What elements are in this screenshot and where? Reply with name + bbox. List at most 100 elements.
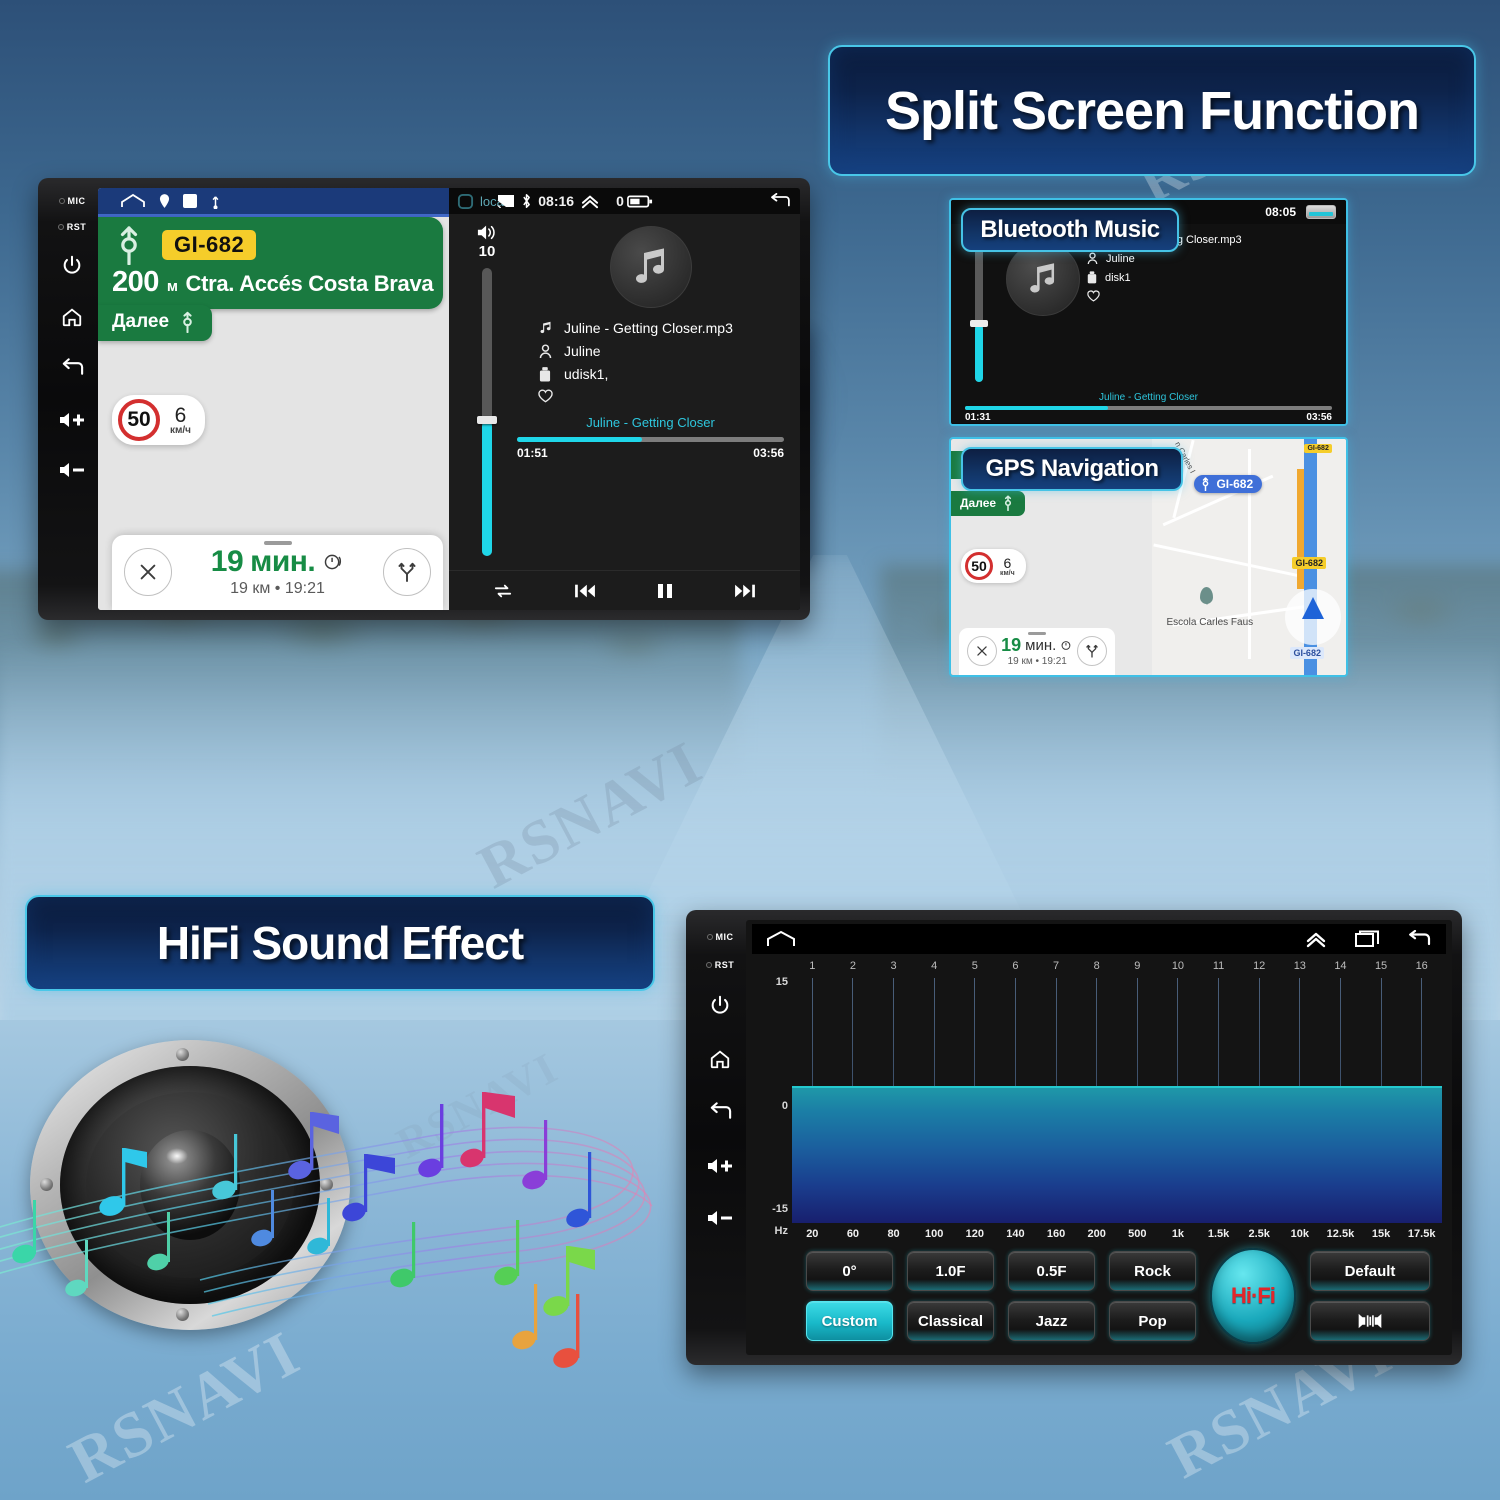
- volume-up-button[interactable]: [706, 1156, 734, 1176]
- equalizer-preset-button[interactable]: Pop: [1109, 1301, 1196, 1341]
- power-button[interactable]: [709, 994, 731, 1016]
- volume-control[interactable]: 10: [461, 224, 513, 570]
- equalizer-preset-button[interactable]: 0.5F: [1008, 1251, 1095, 1291]
- time-elapsed: 01:51: [517, 446, 548, 460]
- equalizer-status-right: [1304, 930, 1432, 948]
- back-icon[interactable]: [1406, 930, 1432, 948]
- drag-handle[interactable]: [263, 541, 292, 545]
- volume-down-button[interactable]: [706, 1208, 734, 1228]
- battery-icon: [1306, 205, 1336, 219]
- repeat-icon[interactable]: [492, 582, 514, 600]
- home-button[interactable]: [60, 306, 84, 328]
- bluetooth-time-total: 03:56: [1306, 412, 1332, 423]
- equalizer-preset-button[interactable]: Rock: [1109, 1251, 1196, 1291]
- reset-key[interactable]: RST: [57, 222, 87, 232]
- music-transport-controls: [449, 570, 800, 610]
- route-alternatives-button[interactable]: [383, 547, 431, 596]
- hifi-banner: HiFi Sound Effect: [25, 895, 655, 991]
- equalizer-band-number: 14: [1334, 960, 1347, 972]
- equalizer-frequency-label: 200: [1087, 1228, 1106, 1240]
- bluetooth-volume-slider[interactable]: [970, 247, 988, 382]
- route-badge: GI-682: [162, 230, 257, 260]
- mic-key[interactable]: MIC: [58, 196, 86, 206]
- gps-route-alternatives-button[interactable]: [1077, 636, 1108, 666]
- head-unit-screen: GI-682 200 м Ctra. Accés Costa Brava Дал…: [98, 188, 800, 610]
- gps-drag-handle[interactable]: [1028, 632, 1047, 635]
- eta-distance: 19 км: [230, 580, 271, 597]
- instruction-top-row: GI-682: [112, 225, 431, 265]
- bluetooth-time-elapsed: 01:31: [965, 412, 991, 423]
- bluetooth-progress-times: 01:31 03:56: [965, 412, 1332, 423]
- equalizer-preset-button[interactable]: 0°: [806, 1251, 893, 1291]
- music-note-icon: [537, 321, 553, 335]
- balance-button[interactable]: [1310, 1301, 1430, 1341]
- eq-side-keys: MIC RST: [694, 920, 746, 1355]
- bluetooth-favorite-row[interactable]: [1087, 290, 1338, 302]
- recents-icon[interactable]: [1354, 930, 1380, 948]
- volume-up-button[interactable]: [58, 410, 86, 430]
- home-icon[interactable]: [120, 193, 146, 209]
- home-button[interactable]: [708, 1048, 732, 1070]
- pause-icon[interactable]: [656, 582, 674, 600]
- equalizer-presets: 0° 1.0F 0.5F Rock Custom Classical Jazz Pop Hi·…: [746, 1245, 1452, 1355]
- gps-current-speed: 6 км/ч: [1000, 556, 1015, 577]
- time-total: 03:56: [753, 446, 784, 460]
- equalizer-preset-button[interactable]: Jazz: [1008, 1301, 1095, 1341]
- chevrons-up-icon[interactable]: [580, 193, 600, 209]
- bluetooth-volume-knob[interactable]: [970, 319, 988, 327]
- usb-drive-icon: [1087, 271, 1097, 284]
- home-icon[interactable]: [766, 930, 796, 948]
- favorite-row[interactable]: [537, 389, 788, 403]
- equalizer-frequency-label: 20: [806, 1228, 819, 1240]
- hz-label: Hz: [774, 1225, 788, 1237]
- bluetooth-icon: [521, 193, 532, 209]
- equalizer-plot[interactable]: 1 2 3 4 5 6 7 8 9 10 11 12 13 14 15 16 20 60 80 100 120 140 1…: [792, 960, 1442, 1245]
- gps-navigation-label-text: GPS Navigation: [985, 455, 1159, 482]
- back-button[interactable]: [708, 1102, 733, 1124]
- equalizer-preset-button[interactable]: Custom: [806, 1301, 893, 1341]
- back-icon[interactable]: [768, 193, 792, 209]
- status-clock: 08:16: [538, 193, 575, 209]
- volume-down-button[interactable]: [58, 460, 86, 480]
- music-pane: localc 08:16 0 10 Juline - Getting Close…: [449, 188, 800, 610]
- navigation-status-bar: [98, 188, 449, 214]
- equalizer-level-fill: [792, 1086, 1442, 1223]
- heart-icon[interactable]: [1087, 290, 1100, 302]
- reset-label: RST: [66, 222, 87, 232]
- hifi-button[interactable]: Hi·Fi: [1210, 1248, 1296, 1344]
- close-route-button[interactable]: [124, 547, 172, 596]
- eta-time-row: 19 мин.: [211, 545, 344, 579]
- music-body: 10 Juline - Getting Closer.mp3 Juline ud…: [449, 214, 800, 570]
- default-button[interactable]: Default: [1310, 1251, 1430, 1291]
- previous-icon[interactable]: [573, 582, 597, 600]
- equalizer-preset-button[interactable]: 1.0F: [907, 1251, 994, 1291]
- bluetooth-progress-bar[interactable]: [965, 406, 1332, 410]
- equalizer-preset-grid[interactable]: 0° 1.0F 0.5F Rock Custom Classical Jazz Pop: [806, 1251, 1196, 1341]
- next-icon[interactable]: [733, 582, 757, 600]
- split-screen-banner: Split Screen Function: [828, 45, 1476, 176]
- progress-bar[interactable]: [517, 437, 784, 442]
- gps-close-button[interactable]: [967, 636, 997, 666]
- power-button[interactable]: [61, 254, 83, 276]
- gps-eta-row: 19 мин.: [1001, 635, 1073, 656]
- usb-icon: [210, 194, 221, 209]
- equalizer-frequency-label: 500: [1128, 1228, 1147, 1240]
- gps-speed-limit: 50: [965, 552, 993, 580]
- equalizer-preset-button[interactable]: Classical: [907, 1301, 994, 1341]
- heart-icon[interactable]: [537, 389, 553, 403]
- source-name: udisk1,: [564, 366, 609, 382]
- recents-icon[interactable]: [457, 193, 474, 210]
- chevrons-up-icon[interactable]: [1304, 930, 1328, 948]
- mic-key[interactable]: MIC: [706, 932, 734, 942]
- bluetooth-artist: Juline: [1106, 252, 1135, 265]
- speed-indicator: 50 6 км/ч: [112, 395, 205, 445]
- bluetooth-volume-control[interactable]: 10: [959, 230, 999, 390]
- equalizer-status-bar: [752, 924, 1446, 954]
- volume-slider-knob[interactable]: [477, 415, 497, 424]
- back-button[interactable]: [60, 358, 85, 380]
- reset-key[interactable]: RST: [705, 960, 735, 970]
- eta-details: 19 мин. 19 км • 19:21: [211, 545, 344, 598]
- volume-slider[interactable]: [477, 268, 497, 556]
- split-screen-title: Split Screen Function: [884, 80, 1420, 141]
- music-main: Juline - Getting Closer.mp3 Juline udisk…: [513, 224, 788, 570]
